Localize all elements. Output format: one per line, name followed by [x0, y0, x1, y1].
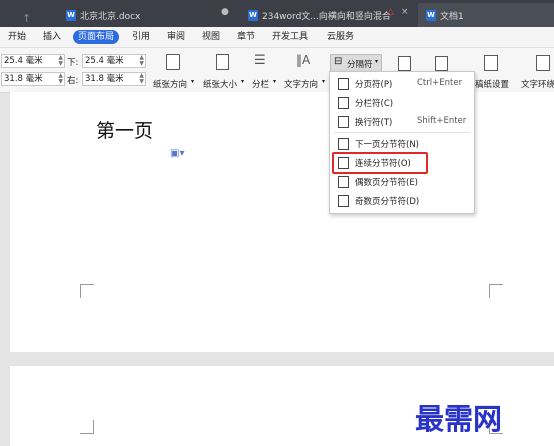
spinner-icon[interactable]: ▲ ▼: [139, 55, 144, 67]
next-page-section-icon: [338, 138, 349, 150]
menu-item-line-break[interactable]: 换行符(T) Shift+Enter: [330, 112, 474, 131]
menu-view[interactable]: 视图: [202, 30, 220, 44]
menu-item-label: 偶数页分节符(E): [355, 178, 419, 188]
bottom-margin-label: 下:: [67, 58, 79, 68]
page-border-icon[interactable]: [398, 56, 411, 71]
tab-label: 文档1: [440, 11, 464, 22]
continuous-section-icon: [338, 157, 349, 169]
menu-insert[interactable]: 插入: [43, 30, 61, 44]
orientation-label: 纸张方向: [153, 80, 188, 90]
breaks-label: 分隔符: [347, 60, 373, 70]
text-wrap-label: 文字环绕: [521, 80, 554, 90]
text-direction-icon: ‖A: [296, 53, 311, 67]
menu-cloud[interactable]: 云服务: [327, 30, 354, 44]
paste-options-icon[interactable]: ▣▾: [170, 148, 184, 159]
tab-bar: ↑ W 北京北京.docx ● W 234word文...向横向和竖向混合 △ …: [0, 0, 554, 27]
menu-chapter[interactable]: 章节: [237, 30, 255, 44]
menu-item-label: 换行符(T): [355, 118, 393, 128]
spinner-icon[interactable]: ▲ ▼: [58, 55, 63, 67]
menu-item-next-page-section-break[interactable]: 下一页分节符(N): [330, 134, 474, 153]
text-wrap-icon: [536, 55, 550, 71]
breaks-icon: ⊟: [334, 56, 343, 67]
chevron-down-icon: ▾: [241, 78, 245, 85]
tab-doc-2[interactable]: W 234word文...向横向和竖向混合 △ ×: [248, 3, 409, 27]
doc-icon: W: [426, 9, 436, 21]
doc-icon: W: [248, 9, 258, 21]
menu-item-shortcut: Shift+Enter: [417, 116, 467, 126]
margin-corner: [80, 420, 94, 434]
menu-developer[interactable]: 开发工具: [272, 30, 308, 44]
watermark: 最需网: [415, 402, 503, 436]
menu-bar: 开始 插入 页面布局 引用 审阅 视图 章节 开发工具 云服务: [0, 27, 554, 48]
margin-corner: [80, 284, 94, 298]
margin-corner: [489, 284, 503, 298]
menu-item-label: 连续分节符(O): [355, 159, 411, 169]
grid-paper-icon: [484, 55, 498, 71]
doc-icon: W: [66, 9, 76, 21]
tab-label: 234word文...向横向和竖向混合: [262, 11, 391, 22]
menu-home[interactable]: 开始: [8, 30, 26, 44]
columns-icon: ☰: [254, 53, 266, 68]
tab-doc-3[interactable]: W 文档1: [418, 3, 554, 27]
page-size-icon: [216, 54, 229, 70]
left-margin-input[interactable]: 31.8 毫米 ▲ ▼: [1, 72, 65, 86]
warning-icon: △: [387, 7, 394, 17]
line-break-icon: [338, 116, 349, 128]
bottom-margin-input[interactable]: 25.4 毫米 ▲ ▼: [82, 54, 146, 68]
column-break-icon: [338, 97, 349, 109]
spinner-icon[interactable]: ▲ ▼: [139, 73, 144, 85]
page-size-label: 纸张大小: [203, 80, 238, 90]
right-margin-label: 右:: [67, 76, 79, 86]
menu-page-layout[interactable]: 页面布局: [73, 30, 120, 44]
breaks-button[interactable]: ⊟ 分隔符 ▾: [330, 54, 382, 72]
bottom-margin-value: 25.4 毫米: [85, 56, 124, 66]
grid-paper-label: 稿纸设置: [475, 80, 510, 90]
chevron-down-icon: ▾: [375, 58, 379, 65]
orientation-icon: [166, 54, 180, 70]
menu-item-page-break[interactable]: 分页符(P) Ctrl+Enter: [330, 74, 474, 93]
document-page-2[interactable]: 最需网: [10, 366, 554, 446]
top-margin-value: 25.4 毫米: [4, 56, 43, 66]
chevron-down-icon: ▾: [322, 78, 326, 85]
menu-item-odd-page-section-break[interactable]: 奇数页分节符(D): [330, 191, 474, 210]
menu-item-continuous-section-break[interactable]: 连续分节符(O): [330, 152, 474, 174]
columns-label: 分栏: [252, 80, 270, 90]
menu-references[interactable]: 引用: [132, 30, 150, 44]
menu-item-label: 奇数页分节符(D): [355, 197, 420, 207]
menu-item-label: 分页符(P): [355, 80, 393, 90]
menu-separator: [334, 132, 470, 133]
chevron-down-icon: ▾: [273, 78, 277, 85]
tab-doc-1[interactable]: W 北京北京.docx ●: [66, 3, 241, 27]
odd-page-section-icon: [338, 195, 349, 207]
right-margin-input[interactable]: 31.8 毫米 ▲ ▼: [82, 72, 146, 86]
chevron-down-icon: ▾: [191, 78, 195, 85]
page-color-icon[interactable]: [435, 56, 448, 71]
breaks-dropdown: 分页符(P) Ctrl+Enter 分栏符(C) 换行符(T) Shift+En…: [329, 71, 475, 214]
even-page-section-icon: [338, 176, 349, 188]
page-break-icon: [338, 78, 349, 90]
menu-item-column-break[interactable]: 分栏符(C): [330, 93, 474, 112]
menu-item-shortcut: Ctrl+Enter: [417, 78, 463, 88]
page-heading: 第一页: [96, 120, 154, 142]
menu-item-label: 分栏符(C): [355, 99, 394, 109]
top-margin-input[interactable]: 25.4 毫米 ▲ ▼: [1, 54, 65, 68]
spinner-icon[interactable]: ▲ ▼: [58, 73, 63, 85]
menu-item-label: 下一页分节符(N): [355, 140, 419, 150]
close-icon[interactable]: ×: [401, 7, 409, 17]
right-margin-value: 31.8 毫米: [85, 74, 124, 84]
left-margin-value: 31.8 毫米: [4, 74, 43, 84]
text-direction-label: 文字方向: [284, 80, 319, 90]
menu-review[interactable]: 审阅: [167, 30, 185, 44]
dot-icon: ●: [221, 7, 229, 17]
menu-item-even-page-section-break[interactable]: 偶数页分节符(E): [330, 172, 474, 191]
tab-label: 北京北京.docx: [80, 11, 141, 22]
